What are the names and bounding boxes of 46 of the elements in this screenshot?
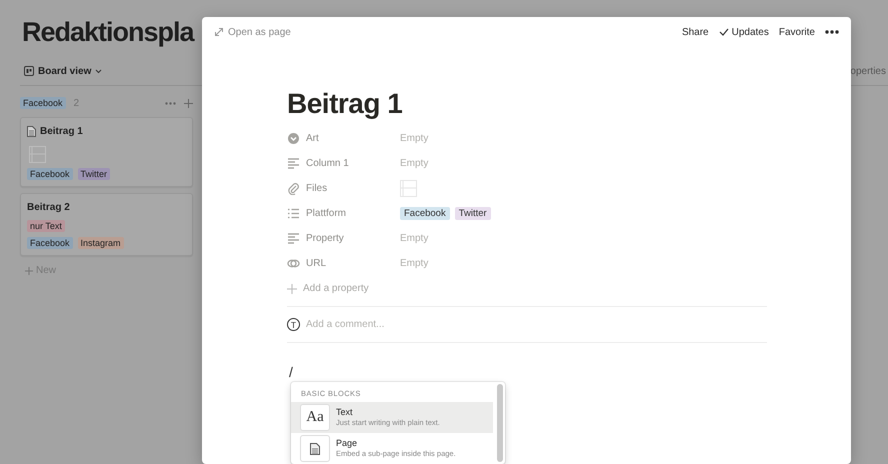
page-icon (310, 442, 320, 454)
open-as-page-button[interactable]: Open as page (215, 26, 291, 38)
board-icon (24, 66, 34, 76)
paperclip-icon (287, 182, 300, 195)
page-title: Redaktionspla (22, 16, 194, 48)
text-property-icon (287, 157, 300, 170)
typed-text: / (289, 364, 294, 380)
card-title: Beitrag 2 (27, 202, 70, 212)
property-name: Plattform (306, 208, 346, 219)
card-title: Beitrag 1 (40, 126, 83, 136)
file-thumbnail (400, 180, 417, 197)
check-icon (718, 28, 729, 36)
board-card[interactable]: Beitrag 2 nur Text Facebook Instagram (20, 193, 193, 256)
property-name: Files (306, 183, 328, 194)
plus-icon (25, 266, 33, 274)
menu-item-title: Page (336, 438, 358, 449)
topbar-button[interactable]: Favorite (778, 26, 815, 38)
plus-icon (287, 284, 297, 294)
chevron-down-icon (95, 68, 102, 74)
more-icon[interactable] (825, 30, 839, 34)
tag: Twitter (78, 168, 110, 180)
tag: nur Text (27, 220, 65, 232)
text-block-icon: Aa (300, 404, 330, 431)
tag: Facebook (400, 207, 450, 220)
tag: Instagram (78, 237, 124, 249)
property-name: Property (306, 233, 344, 244)
avatar: T (287, 318, 300, 331)
page-title: Beitrag 1 (287, 88, 404, 120)
select-property-icon (287, 132, 300, 145)
property-name: Art (306, 133, 319, 144)
topbar-button[interactable]: Updates (718, 26, 769, 38)
expand-icon (215, 28, 223, 36)
plus-icon[interactable] (184, 98, 193, 108)
property-name: Column 1 (306, 158, 349, 169)
link-icon (287, 257, 300, 270)
tag: Twitter (454, 207, 491, 220)
tag: Facebook (27, 237, 73, 249)
topbar-button[interactable]: Share (682, 26, 709, 38)
text-property-icon (287, 232, 300, 245)
scrollbar-thumb[interactable] (497, 384, 503, 462)
list-property-icon (287, 207, 300, 220)
group-tag: Facebook (20, 97, 66, 109)
tag: Facebook (27, 168, 73, 180)
menu-item-title: Text (336, 407, 354, 418)
view-switcher[interactable]: Board view (20, 66, 102, 76)
property-name: URL (306, 258, 326, 269)
